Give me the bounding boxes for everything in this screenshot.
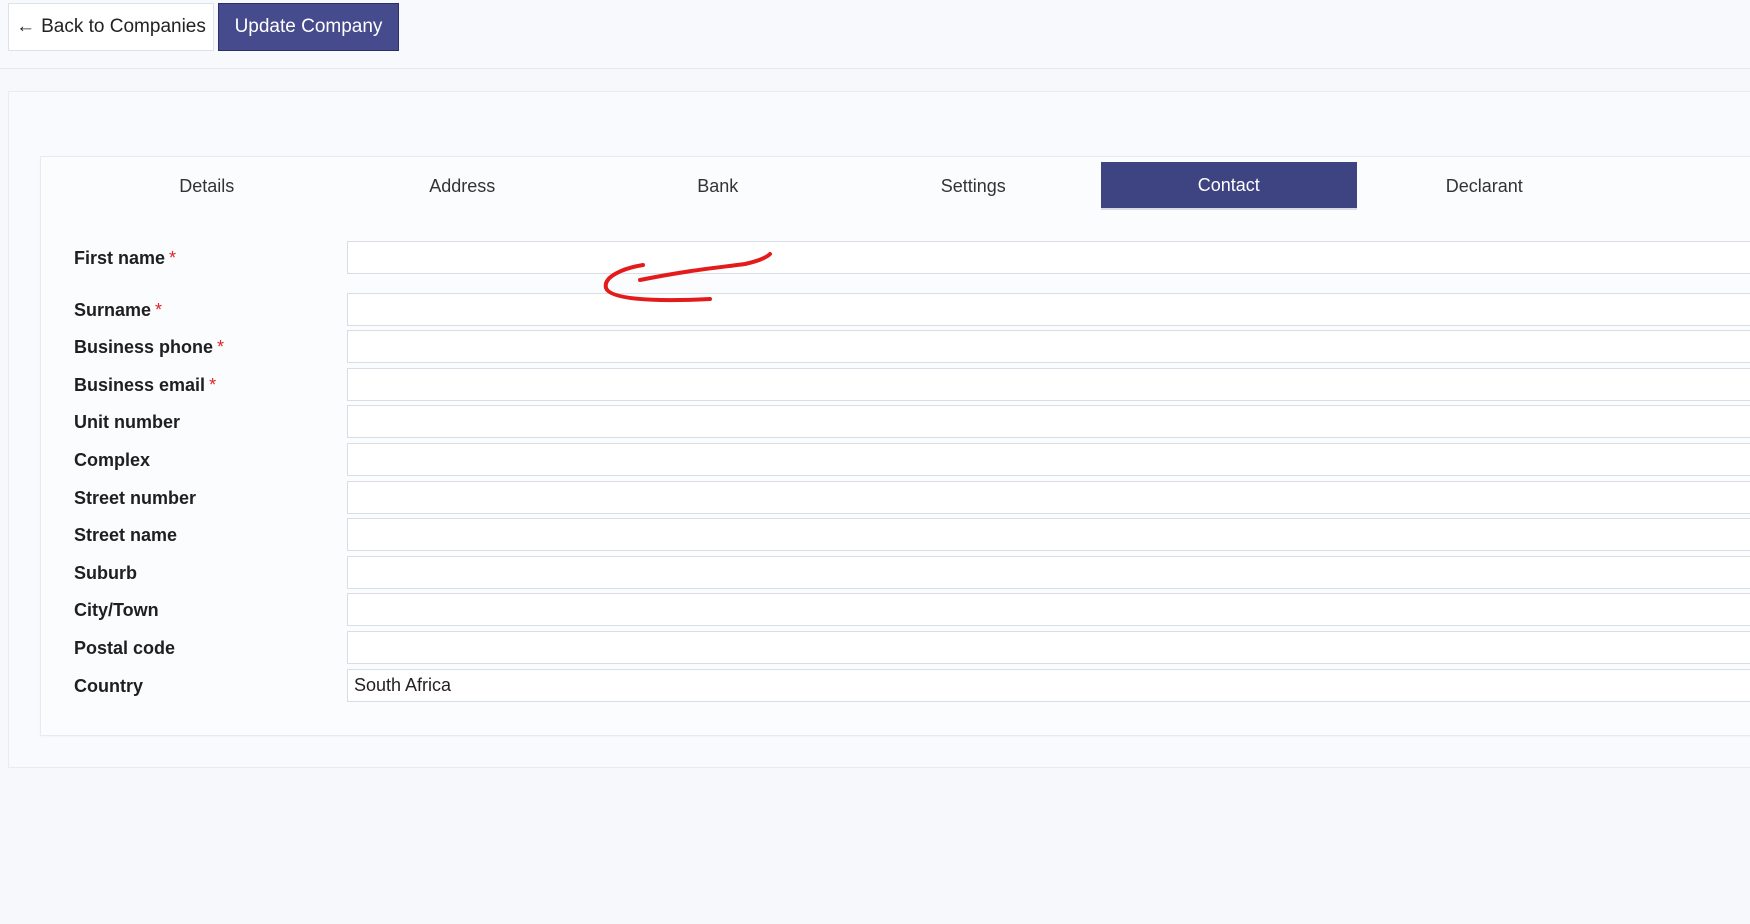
required-marker: * [155,300,163,320]
unit-number-input[interactable] [347,405,1750,438]
business-phone-label: Business phone * [74,337,225,357]
surname-row: Surname * [0,293,1750,327]
postal-code-input[interactable] [347,631,1750,664]
street-name-input[interactable] [347,518,1750,551]
tab-details[interactable]: Details [79,162,335,210]
business-phone-row: Business phone * [0,330,1750,364]
surname-label: Surname * [74,300,163,320]
back-to-companies-button[interactable]: ← Back to Companies [8,3,214,51]
required-marker: * [209,375,217,395]
city-town-label: City/Town [74,600,159,620]
tab-bank[interactable]: Bank [590,162,846,210]
city-town-row: City/Town [0,593,1750,627]
complex-input[interactable] [347,443,1750,476]
street-number-row: Street number [0,481,1750,515]
tab-address[interactable]: Address [335,162,591,210]
business-email-row: Business email * [0,368,1750,402]
street-number-input[interactable] [347,481,1750,514]
tab-settings[interactable]: Settings [846,162,1102,210]
country-label: Country [74,676,143,696]
postal-code-label: Postal code [74,638,176,658]
business-email-label: Business email * [74,375,217,395]
unit-number-label: Unit number [74,412,180,432]
country-input[interactable] [347,669,1750,702]
street-name-label: Street name [74,525,178,545]
update-company-label: Update Company [234,16,383,37]
company-tabs: Details Address Bank Settings Contact De… [79,162,1612,210]
postal-code-row: Postal code [0,631,1750,665]
tab-declarant[interactable]: Declarant [1357,162,1613,210]
street-number-label: Street number [74,488,197,508]
tab-contact[interactable]: Contact [1101,162,1357,210]
first-name-input[interactable] [347,241,1750,274]
street-name-row: Street name [0,518,1750,552]
business-email-input[interactable] [347,368,1750,401]
complex-label: Complex [74,450,151,470]
country-row: Country [0,669,1750,703]
suburb-label: Suburb [74,563,137,583]
unit-number-row: Unit number [0,405,1750,439]
back-to-companies-label: Back to Companies [41,16,206,37]
complex-row: Complex [0,443,1750,477]
required-marker: * [217,337,225,357]
update-company-button[interactable]: Update Company [218,3,399,51]
business-phone-input[interactable] [347,330,1750,363]
first-name-row: First name * [0,241,1750,275]
suburb-input[interactable] [347,556,1750,589]
required-marker: * [169,248,177,268]
top-toolbar: ← Back to Companies Update Company [0,0,1750,69]
city-town-input[interactable] [347,593,1750,626]
surname-input[interactable] [347,293,1750,326]
arrow-left-icon: ← [16,16,36,37]
suburb-row: Suburb [0,556,1750,590]
first-name-label: First name * [74,248,177,268]
